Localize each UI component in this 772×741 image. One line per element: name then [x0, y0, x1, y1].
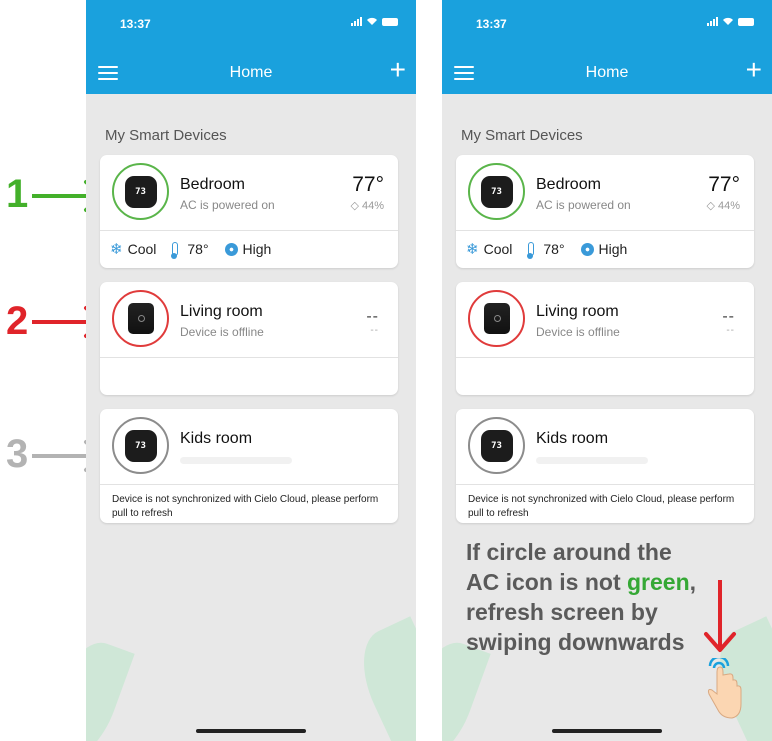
room-temperature: -- — [722, 308, 735, 325]
sync-message: Device is not synchronized with Cielo Cl… — [112, 494, 379, 519]
divider — [456, 230, 754, 231]
device-name: Kids room — [536, 430, 609, 447]
phone-screen-right: 13:37 Home + My Smart Devices 73 Bedroom… — [442, 0, 772, 741]
device-name: Living room — [180, 303, 263, 320]
device-name: Living room — [536, 303, 619, 320]
battery-icon — [738, 17, 754, 26]
device-icon-circle[interactable] — [112, 290, 169, 347]
fan-icon — [224, 242, 238, 256]
fan-control[interactable]: High — [224, 241, 271, 257]
mode-control[interactable]: ❄ Cool — [466, 240, 512, 258]
humidity: -- — [370, 325, 379, 336]
humidity: ◇ 44% — [350, 200, 384, 212]
refresh-instruction: If circle around the AC icon is not gree… — [466, 539, 697, 655]
page-title: Home — [229, 64, 273, 81]
device-name: Bedroom — [536, 176, 601, 193]
device-icon-circle[interactable]: 73 — [112, 417, 169, 474]
wifi-icon — [367, 17, 377, 25]
device-status-placeholder — [180, 457, 292, 464]
wifi-icon — [723, 17, 733, 25]
plus-icon[interactable]: + — [390, 56, 406, 84]
leaf-decoration — [346, 616, 416, 741]
app-header: 13:37 Home + — [442, 0, 772, 94]
leaf-decoration — [86, 633, 135, 741]
device-card-living-room[interactable]: Living room Device is offline -- -- — [456, 282, 754, 395]
thermostat-icon: 73 — [124, 175, 157, 208]
signal-icon — [351, 17, 362, 26]
snowflake-icon: ❄ — [110, 241, 123, 258]
device-controls: ❄ Cool 78° High — [110, 240, 271, 259]
device-status: AC is powered on — [180, 198, 275, 212]
signal-icon — [707, 17, 718, 26]
mode-control[interactable]: ❄ Cool — [110, 240, 156, 258]
device-card-bedroom[interactable]: 73 Bedroom AC is powered on 77° ◇ 44% ❄ C… — [456, 155, 754, 268]
device-icon — [127, 303, 154, 334]
device-icon-circle[interactable]: 73 — [112, 163, 169, 220]
section-title: My Smart Devices — [105, 127, 227, 144]
phone-screen-left: 13:37 Home + My Smart Devices 73 Bedroom… — [86, 0, 416, 741]
home-indicator — [196, 729, 306, 733]
status-time: 13:37 — [120, 17, 151, 31]
room-temperature: -- — [366, 308, 379, 325]
device-name: Kids room — [180, 430, 253, 447]
device-controls: ❄ Cool 78° High — [466, 240, 627, 259]
divider — [100, 484, 398, 485]
divider — [100, 230, 398, 231]
humidity: -- — [726, 325, 735, 336]
device-status: AC is powered on — [536, 198, 631, 212]
annotation-2-number: 2 — [6, 299, 29, 343]
device-icon-circle[interactable] — [468, 290, 525, 347]
room-temperature: 77° — [708, 173, 740, 196]
device-card-kids-room[interactable]: 73 Kids room Device is not synchronized … — [100, 409, 398, 523]
status-icons — [707, 17, 754, 26]
droplet-icon: ◇ — [350, 200, 359, 212]
device-icon-circle[interactable]: 73 — [468, 163, 525, 220]
plus-icon[interactable]: + — [746, 56, 762, 84]
room-temperature: 77° — [352, 173, 384, 196]
divider — [100, 357, 398, 358]
device-card-bedroom[interactable]: 73 Bedroom AC is powered on 77° ◇ 44% ❄ C… — [100, 155, 398, 268]
device-status-placeholder — [536, 457, 648, 464]
divider — [456, 357, 754, 358]
divider — [456, 484, 754, 485]
down-arrow-icon — [704, 580, 736, 652]
status-time: 13:37 — [476, 17, 507, 31]
device-icon-circle[interactable]: 73 — [468, 417, 525, 474]
sync-message: Device is not synchronized with Cielo Cl… — [468, 494, 735, 519]
thermometer-icon — [170, 242, 179, 259]
status-icons — [351, 17, 398, 26]
thermostat-icon: 73 — [124, 429, 157, 462]
thermometer-icon — [526, 242, 535, 259]
annotation-1-number: 1 — [6, 172, 29, 216]
home-indicator — [552, 729, 662, 733]
hand-icon — [707, 658, 742, 719]
snowflake-icon: ❄ — [466, 241, 479, 258]
battery-icon — [382, 17, 398, 26]
humidity: ◇ 44% — [706, 200, 740, 212]
setpoint-control[interactable]: 78° — [170, 241, 209, 259]
device-status: Device is offline — [536, 325, 620, 339]
device-card-living-room[interactable]: Living room Device is offline -- -- — [100, 282, 398, 395]
section-title: My Smart Devices — [461, 127, 583, 144]
thermostat-icon: 73 — [480, 175, 513, 208]
device-icon — [483, 303, 510, 334]
app-header: 13:37 Home + — [86, 0, 416, 94]
fan-control[interactable]: High — [580, 241, 627, 257]
annotation-3-number: 3 — [6, 432, 29, 476]
device-name: Bedroom — [180, 176, 245, 193]
device-card-kids-room[interactable]: 73 Kids room Device is not synchronized … — [456, 409, 754, 523]
fan-icon — [580, 242, 594, 256]
setpoint-control[interactable]: 78° — [526, 241, 565, 259]
device-status: Device is offline — [180, 325, 264, 339]
page-title: Home — [585, 64, 629, 81]
thermostat-icon: 73 — [480, 429, 513, 462]
droplet-icon: ◇ — [706, 200, 715, 212]
